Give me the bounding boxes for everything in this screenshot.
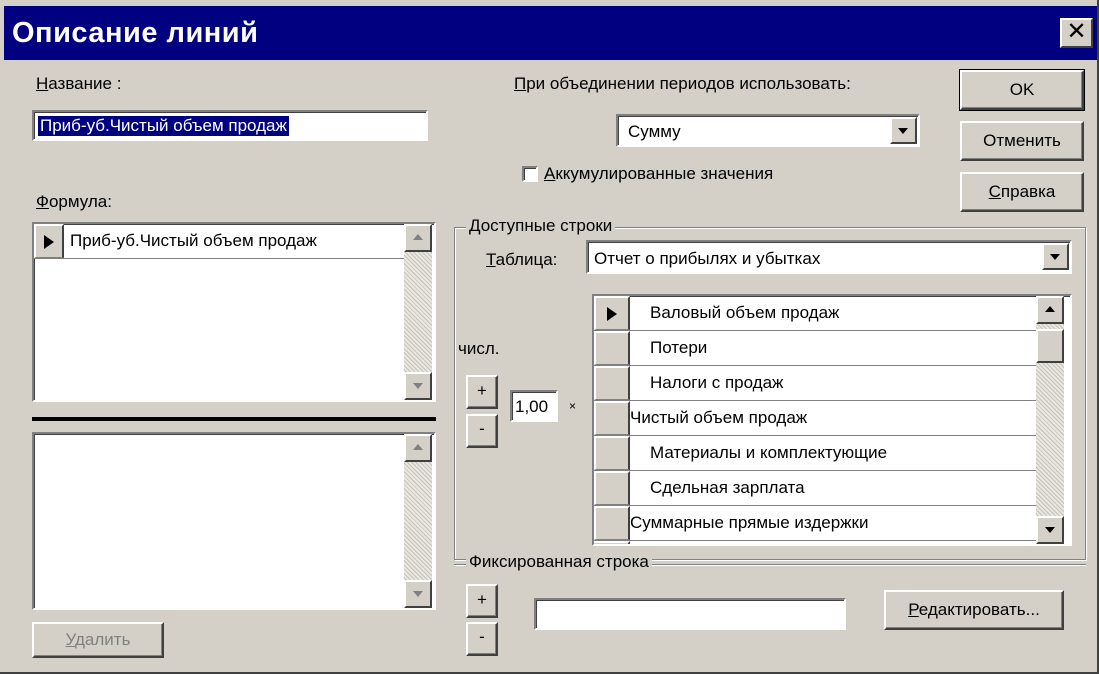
row-text: Потери (650, 338, 708, 357)
arrow-up-icon (413, 444, 423, 450)
row-selector-cell (594, 366, 630, 400)
row-text: Суммарные прямые издержки (630, 513, 869, 532)
arrow-down-icon (413, 591, 423, 597)
merge-select[interactable]: Сумму (616, 114, 920, 147)
chevron-down-icon (1050, 254, 1060, 260)
row-pointer-icon (607, 307, 617, 321)
merge-label: При объединении периодов использовать: (514, 74, 851, 93)
arrow-up-icon (1045, 306, 1055, 312)
arrow-down-icon (1045, 527, 1055, 533)
delete-button[interactable]: Удалить (32, 622, 164, 658)
scroll-up-button[interactable] (404, 224, 432, 252)
close-button[interactable]: ✕ (1060, 18, 1093, 48)
row-pointer-cell (594, 296, 630, 330)
row-selector-cell (594, 401, 630, 435)
table-row[interactable]: Суммарные прямые издержки (594, 506, 1036, 541)
chevron-down-icon (898, 128, 908, 134)
cancel-button[interactable]: Отменить (960, 121, 1084, 161)
scroll-down-button[interactable] (404, 372, 432, 400)
available-rows-title: Доступные строки (466, 216, 616, 236)
dialog-window: Описание линий ✕ Название : Приб-уб.Чист… (0, 0, 1099, 674)
table-row[interactable]: Потери (594, 331, 1036, 366)
plus-button[interactable]: + (466, 584, 498, 618)
table-row[interactable]: Материалы и комплектующие (594, 436, 1036, 471)
name-label: Название : (36, 74, 122, 93)
table-row[interactable]: Валовый объем продаж (594, 296, 1036, 331)
scroll-down-button[interactable] (404, 580, 432, 608)
row-text: Чистый объем продаж (630, 408, 808, 427)
multiply-sign: × (569, 399, 577, 413)
coefficient-input[interactable]: 1,00 (510, 390, 558, 422)
available-rows-grid[interactable]: Валовый объем продаж Потери Налоги с про… (592, 294, 1072, 546)
coefficient-value: 1,00 (515, 397, 549, 416)
fixed-row-input[interactable] (534, 598, 846, 630)
row-text: Налоги с продаж (650, 373, 784, 392)
accumulated-checkbox[interactable] (522, 166, 538, 182)
plus-button[interactable]: + (466, 375, 498, 409)
row-selector-cell (594, 471, 630, 505)
minus-button[interactable]: - (466, 414, 498, 448)
formula-label: Формула: (36, 192, 112, 211)
row-selector-cell (594, 541, 630, 544)
arrow-up-icon (413, 234, 423, 240)
minus-button[interactable]: - (466, 622, 498, 656)
ok-button[interactable]: OK (959, 69, 1085, 111)
scroll-down-button[interactable] (1036, 516, 1064, 544)
row-text: Материалы и комплектующие (650, 443, 888, 462)
window-title: Описание линий (12, 17, 259, 49)
row-text: Сдельная зарплата (650, 478, 805, 497)
formula-divider[interactable] (32, 417, 436, 421)
arrow-down-icon (413, 383, 423, 389)
dropdown-button[interactable] (890, 117, 917, 144)
row-pointer-cell (34, 224, 64, 258)
scroll-thumb[interactable] (1036, 329, 1064, 363)
formula-row[interactable]: Приб-уб.Чистый объем продаж (34, 224, 404, 259)
row-selector-cell (594, 506, 630, 540)
table-select-value: Отчет о прибылях и убытках (594, 249, 821, 268)
table-select[interactable]: Отчет о прибылях и убытках (586, 240, 1072, 274)
name-input-value: Приб-уб.Чистый объем продаж (38, 116, 289, 136)
formula-list[interactable]: Приб-уб.Чистый объем продаж (32, 222, 436, 402)
close-icon: ✕ (1066, 18, 1087, 45)
scroll-up-button[interactable] (1036, 296, 1064, 324)
accumulated-label: Аккумулированные значения (544, 164, 774, 183)
scroll-up-button[interactable] (404, 434, 432, 462)
rows-scrollbar[interactable] (1036, 296, 1064, 544)
coefficient-label: числ. (458, 339, 500, 358)
table-row[interactable]: Чистый объем продаж (594, 401, 1036, 436)
edit-button[interactable]: Редактировать... (884, 590, 1064, 630)
formula-scrollbar[interactable] (404, 224, 432, 400)
fixed-row-title: Фиксированная строка (466, 552, 652, 572)
table-row[interactable]: Налоги с продаж (594, 366, 1036, 401)
title-bar: Описание линий ✕ (4, 6, 1097, 60)
row-selector-cell (594, 331, 630, 365)
row-selector-cell (594, 436, 630, 470)
name-input[interactable]: Приб-уб.Чистый объем продаж (32, 110, 428, 141)
formula-lower-list[interactable] (32, 432, 436, 610)
merge-select-value: Сумму (628, 122, 681, 141)
dropdown-button[interactable] (1042, 243, 1069, 270)
row-text: Валовый объем продаж (650, 303, 840, 322)
row-pointer-icon (44, 235, 54, 249)
table-label: Таблица: (486, 250, 558, 269)
help-button[interactable]: Справка (960, 172, 1084, 212)
table-row[interactable]: Сдельная зарплата (594, 471, 1036, 506)
lower-list-scrollbar[interactable] (404, 434, 432, 608)
formula-row-text: Приб-уб.Чистый объем продаж (70, 231, 317, 250)
